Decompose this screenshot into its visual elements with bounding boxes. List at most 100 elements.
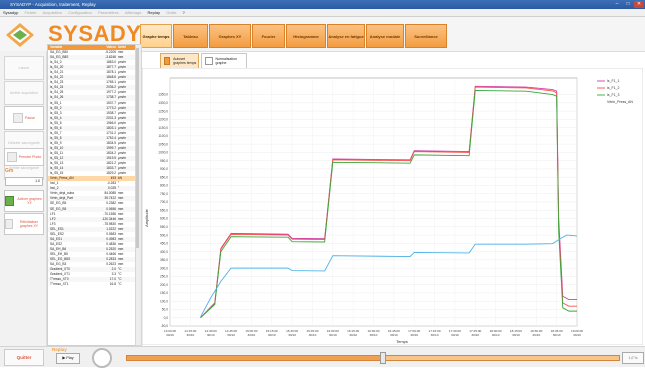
y-tick-label: 550,0 (160, 225, 168, 229)
menu-outils[interactable]: Outils (166, 10, 176, 15)
normalisation-label: Normalisation graphe (215, 56, 237, 66)
reinitialiser-graphes-xy-button[interactable]: Réinitialiser graphes XY (4, 213, 44, 235)
chart-frame (142, 68, 643, 345)
tab-tableau[interactable]: Tableau (173, 24, 208, 48)
y-tick-label: 0,0 (164, 316, 169, 320)
y-tick-label: 900,0 (160, 167, 168, 171)
x-tick-date-label: 30/10 (186, 333, 194, 337)
normalisation-checkbox[interactable] (205, 57, 213, 65)
sidebar-button-label: Arrêter sauvegarde (9, 165, 39, 170)
y-tick-label: 1000,0 (158, 151, 168, 155)
x-tick-date-label: 30/10 (309, 333, 317, 337)
tab-graphes-xy[interactable]: Graphes XY (209, 24, 251, 48)
x-tick-date-label: 30/10 (268, 333, 276, 337)
menu-bar: Sysadyp Fichier Acquisition Configuratio… (0, 9, 645, 17)
y-tick-label: 450,0 (160, 242, 168, 246)
y-tick-label: 800,0 (160, 184, 168, 188)
pause-button[interactable]: Pause (4, 106, 44, 130)
quitter-label: Quitter (16, 355, 32, 360)
sidebar-button-label: Arrêter acquisition (9, 90, 39, 95)
menu-parametres[interactable]: Paramètres (98, 10, 119, 15)
y-tick-label: 1100,0 (158, 134, 168, 138)
autoset-checkbox[interactable] (164, 57, 171, 65)
reset-icon (5, 219, 13, 229)
minimize-button[interactable]: – (612, 1, 622, 8)
zoom-label: Gm (5, 168, 14, 174)
normalisation-option[interactable]: Normalisation graphe (201, 53, 247, 69)
x-tick-date-label: 30/10 (492, 333, 500, 337)
sidebar-button-label: Lancer (18, 65, 30, 70)
sidebar-button-label: Débuter sauvegarde (8, 140, 40, 145)
x-tick-date-label: 30/10 (370, 333, 378, 337)
legend-entry: ls_F1_3 (607, 93, 620, 97)
y-tick-label: 950,0 (160, 159, 168, 163)
y-tick-label: 1050,0 (158, 142, 168, 146)
x-tick-date-label: 30/10 (166, 333, 174, 337)
x-tick-date-label: 30/10 (410, 333, 418, 337)
lancer-button[interactable]: Lancer (4, 56, 44, 80)
menu-acquisition[interactable]: Acquisition (43, 10, 62, 15)
quitter-button[interactable]: Quitter (4, 349, 44, 366)
play-button[interactable]: ▶ Play (56, 353, 80, 364)
camera-icon (6, 152, 17, 162)
window-title: SYSADYP - Acquisition, traitement, Repla… (10, 2, 96, 7)
y-tick-label: 250,0 (160, 275, 168, 279)
close-button[interactable]: ✕ (634, 1, 644, 8)
y-tick-label: 400,0 (160, 250, 168, 254)
sidebar-button-label: Activer graphes XY (17, 196, 42, 206)
table-body: SA_EG_B50 -5.2205 mm SA_EG_B8S -3.6246 mm ls_S… (48, 50, 136, 287)
x-tick-date-label: 30/10 (390, 333, 398, 337)
replay-label: Replay (52, 347, 67, 352)
y-tick-label: 1300,0 (158, 101, 168, 105)
menu-configuration[interactable]: Configuration (68, 10, 92, 15)
y-tick-label: 100,0 (160, 299, 168, 303)
menu-replay[interactable]: Replay (148, 10, 160, 15)
tab-fourier[interactable]: Fourier (252, 24, 285, 48)
x-tick-date-label: 30/10 (573, 333, 581, 337)
replay-progress-thumb[interactable] (379, 352, 386, 364)
autoset-option[interactable]: Autoset graphes temps (160, 53, 199, 69)
menu-fichier[interactable]: Fichier (24, 10, 36, 15)
legend-entry: ls_F1_1 (607, 79, 620, 83)
x-tick-date-label: 30/10 (207, 333, 215, 337)
x-tick-date-label: 30/10 (451, 333, 459, 337)
prendre-photo-button[interactable]: Prendre Photo (4, 148, 44, 166)
x-tick-date-label: 30/10 (553, 333, 561, 337)
y-tick-label: 750,0 (160, 192, 168, 196)
x-tick-date-label: 30/10 (248, 333, 256, 337)
table-row[interactable]: T°ressu_XT1 16.8 °C (48, 282, 136, 287)
sidebar-button-label: Réinitialiser graphes XY (19, 219, 39, 229)
variables-scrollbar-thumb[interactable] (136, 48, 139, 248)
tab-graphe-temps[interactable]: Graphe temps (140, 24, 172, 48)
x-tick-date-label: 30/10 (227, 333, 235, 337)
menu-affichage[interactable]: Affichage (125, 10, 142, 15)
sidebar-button-label: Pause (25, 115, 35, 120)
menu-help[interactable]: ? (182, 10, 184, 15)
y-tick-label: 500,0 (160, 233, 168, 237)
speed-knob[interactable] (92, 348, 112, 368)
y-tick-label: 850,0 (160, 175, 168, 179)
zoom-input[interactable]: 1.0 (5, 177, 43, 186)
variable-name-cell: T°ressu_XT1 (50, 282, 69, 287)
window-titlebar: SYSADYP - Acquisition, traitement, Repla… (0, 0, 645, 9)
tab-histogramme[interactable]: Histogramme (286, 24, 326, 48)
arreter-acquisition-button[interactable]: Arrêter acquisition (4, 81, 44, 105)
variables-table[interactable]: Variable Valeur Unité SA_EG_B50 -5.2205 mm… (47, 44, 137, 346)
maximize-button[interactable]: □ (623, 1, 633, 8)
tab-analyse-fatigue[interactable]: Analyse en fatigue (327, 24, 365, 48)
activer-graphes-xy-button[interactable]: Activer graphes XY (4, 190, 44, 212)
sidebar-button-label: Prendre Photo (18, 154, 42, 159)
x-tick-date-label: 30/10 (288, 333, 296, 337)
y-axis-label: Amplitude (144, 208, 149, 227)
x-axis-label: Temps (396, 339, 408, 344)
y-tick-label: 1150,0 (158, 126, 168, 130)
replay-progress-track[interactable] (126, 355, 620, 361)
tab-surveillance[interactable]: Surveillance (405, 24, 447, 48)
legend-entry: ls_F1_2 (607, 86, 620, 90)
y-tick-label: 300,0 (160, 266, 168, 270)
time-chart[interactable]: Amplitude Temps 1350,0 1300,0 1250,0 1200,0… (142, 68, 643, 345)
menu-sysadyp[interactable]: Sysadyp (3, 10, 18, 15)
y-tick-label: -50,0 (161, 324, 168, 328)
tab-analyse-modale[interactable]: Analyse modale (366, 24, 404, 48)
y-tick-label: 1200,0 (158, 118, 168, 122)
